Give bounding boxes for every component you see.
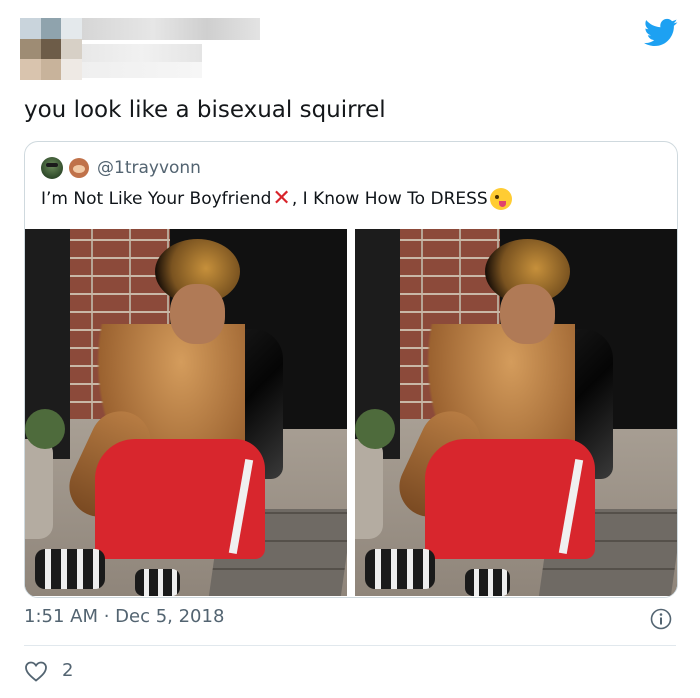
photo-right[interactable] bbox=[355, 229, 677, 596]
like-count: 2 bbox=[62, 660, 74, 681]
quoted-tweet-card[interactable]: @1trayvonn I’m Not Like Your Boyfriend ✕… bbox=[24, 141, 678, 598]
winking-tongue-emoji-icon bbox=[489, 188, 512, 210]
quoted-text-part2: , I Know How To DRESS bbox=[291, 189, 488, 209]
heart-outline-icon[interactable] bbox=[24, 660, 48, 682]
info-icon[interactable] bbox=[650, 608, 672, 630]
quoted-handle[interactable]: @1trayvonn bbox=[97, 158, 201, 178]
monkey-emoji-icon bbox=[69, 158, 89, 178]
quoted-text-part1: I’m Not Like Your Boyfriend bbox=[41, 189, 272, 209]
divider bbox=[24, 645, 676, 646]
tweet-text: you look like a bisexual squirrel bbox=[24, 97, 386, 123]
blurred-handle bbox=[82, 44, 202, 62]
quoted-tweet-header: @1trayvonn bbox=[41, 156, 201, 180]
blurred-avatar[interactable] bbox=[20, 18, 82, 80]
tweet-timestamp[interactable]: 1:51 AM · Dec 5, 2018 bbox=[24, 606, 224, 627]
quoted-tweet-text: I’m Not Like Your Boyfriend ✕ , I Know H… bbox=[41, 188, 512, 210]
photo-left[interactable] bbox=[25, 229, 347, 596]
quoted-avatar[interactable] bbox=[41, 157, 63, 179]
tweet-header bbox=[0, 0, 700, 90]
twitter-bird-icon[interactable] bbox=[644, 18, 678, 48]
cross-mark-icon: ✕ bbox=[272, 186, 291, 211]
blurred-display-name[interactable] bbox=[82, 18, 260, 40]
blurred-handle-overflow bbox=[82, 62, 202, 78]
